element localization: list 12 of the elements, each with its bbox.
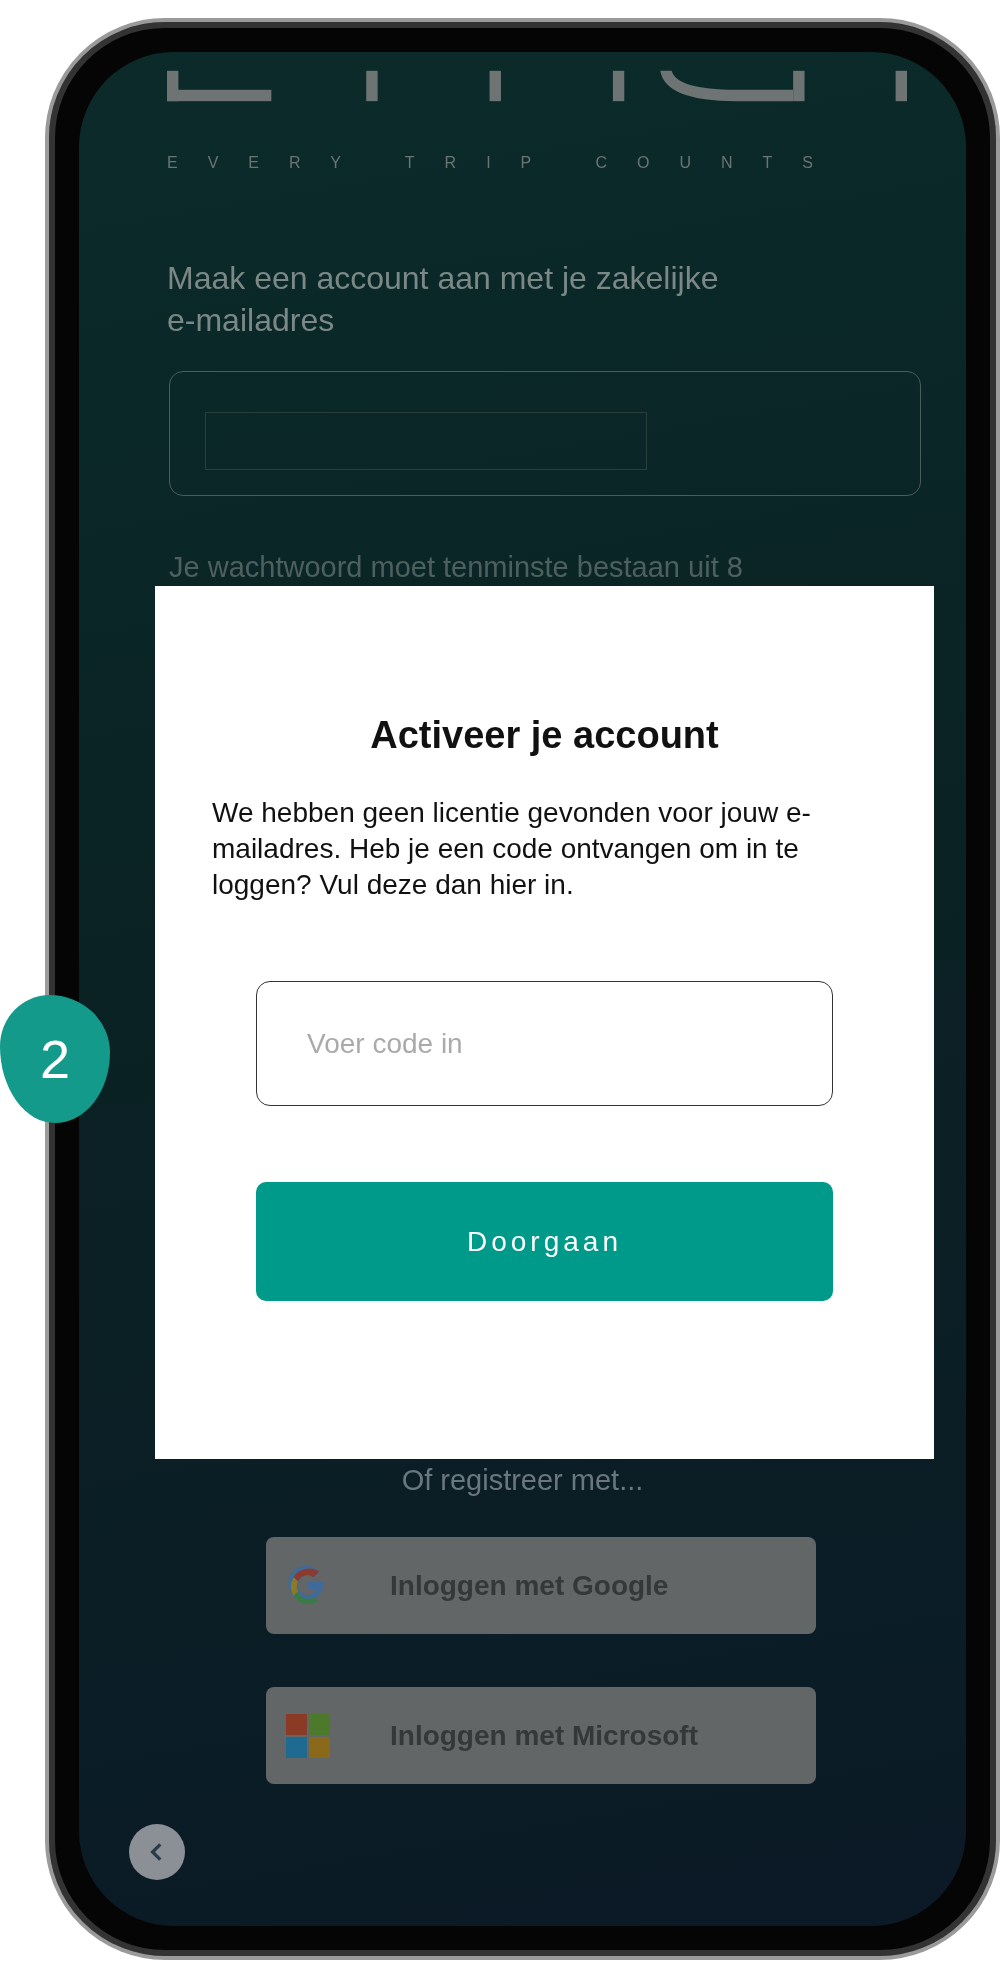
code-input[interactable]: Voer code in [256,981,833,1106]
logo-tagline: EVERY TRIP COUNTS [167,154,844,172]
back-button[interactable] [129,1824,185,1880]
email-field[interactable] [169,371,921,496]
windows-icon [286,1713,330,1758]
heading: Maak een account aan met je zakelijke e-mailadres [167,259,720,340]
dialog-title: Activeer je account [369,714,720,757]
dialog-message: We hebben geen licentie gevonden voor jouw e-mailadres. Heb je een code ontvangen om in te loggen? Vul deze dan hier in. [212,796,812,902]
divider-text: Of registreer met... [400,1464,645,1497]
step-badge: 2 [0,995,110,1123]
continue-button[interactable]: Doorgaan [256,1182,833,1301]
password-hint: Je wachtwoord moet tenminste bestaan uit 8 [169,551,744,584]
